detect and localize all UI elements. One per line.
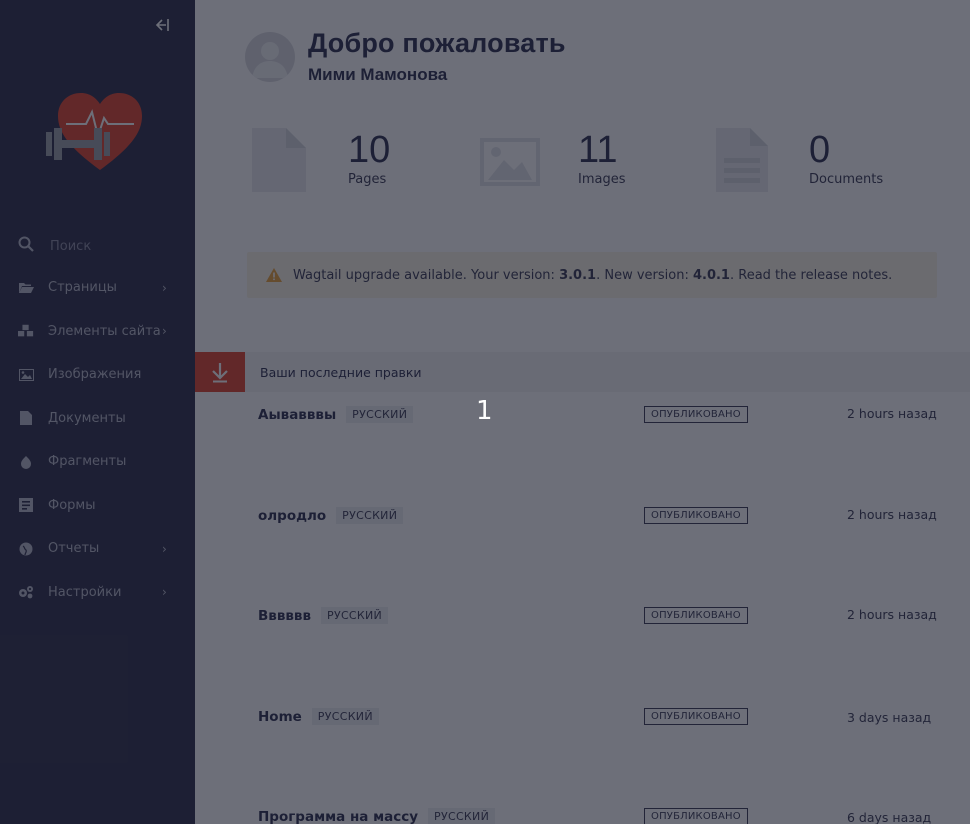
new-version: 4.0.1 [692,267,730,283]
locale-badge: РУССКИЙ [346,406,414,423]
upgrade-text: Wagtail upgrade available. Your version: [293,267,560,283]
sidebar-search [0,230,195,262]
page-link[interactable]: Аывавввы РУССКИЙ [258,406,414,423]
page-title-text[interactable]: Home [258,709,302,725]
sidebar-menu: Страницы › Элементы сайта › Изображения … [0,266,195,614]
status-badge: ОПУБЛИКОВАНО [644,507,748,524]
status-badge: ОПУБЛИКОВАНО [644,406,748,423]
image-icon [18,368,34,382]
locale-badge: РУССКИЙ [428,808,496,824]
edit-time: 2 hours назад [847,607,937,622]
user-name: Мими Мамонова [308,65,448,84]
avatar [245,32,295,82]
sidebar-item-label: Элементы сайта [48,323,161,339]
chevron-right-icon: › [162,280,167,295]
page-title-text[interactable]: Программа на массу [258,809,418,824]
stat-count: 11 [578,129,618,171]
upgrade-notice: Wagtail upgrade available. Your version:… [247,252,937,298]
collapse-toggle[interactable] [195,352,245,392]
sidebar-item-reports[interactable]: Отчеты › [0,527,195,571]
edit-time: 3 days назад [847,710,932,725]
sidebar-item-settings[interactable]: Настройки › [0,571,195,615]
document-icon [18,411,34,426]
collapse-left-icon[interactable] [150,16,174,38]
page-icon [252,128,306,196]
upgrade-text-middle: . New version: [596,267,693,283]
sidebar-item-pages[interactable]: Страницы › [0,266,195,310]
chevron-right-icon: › [162,585,167,600]
release-notes-link[interactable]: . Read the release notes. [730,268,892,283]
edit-time: 2 hours назад [847,406,937,421]
page-link[interactable]: Home РУССКИЙ [258,708,379,725]
folder-open-icon [18,281,34,295]
sidebar-item-label: Фрагменты [48,454,127,470]
status-badge: ОПУБЛИКОВАНО [644,708,748,725]
sidebar-item-label: Формы [48,497,96,513]
recent-edits-title: Ваши последние правки [260,365,422,380]
main-content: Добро пожаловать Мими Мамонова 10 Pages … [195,0,970,824]
search-input[interactable] [46,234,176,258]
arrow-down-icon [212,363,228,383]
page-title-text[interactable]: олродло [258,508,326,524]
stat-count: 0 [809,129,831,171]
site-logo[interactable] [40,88,150,178]
sidebar-item-documents[interactable]: Документы [0,397,195,441]
status-badge: ОПУБЛИКОВАНО [644,808,748,824]
page-link[interactable]: Программа на массу РУССКИЙ [258,808,496,824]
document-icon [716,128,768,196]
page-title: Добро пожаловать [308,28,566,58]
chevron-right-icon: › [162,324,167,339]
step-number: 1 [476,396,493,426]
sidebar-item-label: Изображения [48,367,142,383]
sidebar-item-forms[interactable]: Формы [0,484,195,528]
snippet-icon [18,455,34,469]
page-title-text[interactable]: Аывавввы [258,407,336,423]
stat-label: Documents [809,172,884,187]
status-badge: ОПУБЛИКОВАНО [644,607,748,624]
sidebar-item-snippets[interactable]: Фрагменты [0,440,195,484]
cubes-icon [18,324,34,338]
warning-icon [265,267,283,283]
locale-badge: РУССКИЙ [336,507,404,524]
edit-time: 2 hours назад [847,507,937,522]
chevron-right-icon: › [162,541,167,556]
sidebar-item-label: Документы [48,410,126,426]
locale-badge: РУССКИЙ [321,607,389,624]
current-version: 3.0.1 [559,267,597,283]
image-icon [480,138,540,190]
sidebar-item-label: Настройки [48,584,122,600]
page-title-text[interactable]: Вввввв [258,608,311,624]
stat-label: Pages [348,172,387,187]
stat-label: Images [578,172,626,187]
edit-time: 6 days назад [847,810,932,824]
globe-icon [18,542,34,556]
sidebar-item-label: Страницы [48,280,117,296]
page-link[interactable]: Вввввв РУССКИЙ [258,607,389,624]
sidebar: Страницы › Элементы сайта › Изображения … [0,0,195,824]
stat-count: 10 [348,129,391,171]
form-icon [18,498,34,513]
locale-badge: РУССКИЙ [311,708,379,725]
search-icon[interactable] [18,236,34,252]
sidebar-item-label: Отчеты [48,541,100,557]
cogs-icon [18,585,34,599]
page-link[interactable]: олродло РУССКИЙ [258,507,404,524]
sidebar-item-images[interactable]: Изображения [0,353,195,397]
sidebar-item-site-elements[interactable]: Элементы сайта › [0,310,195,354]
recent-edits-header[interactable]: Ваши последние правки [195,352,970,392]
